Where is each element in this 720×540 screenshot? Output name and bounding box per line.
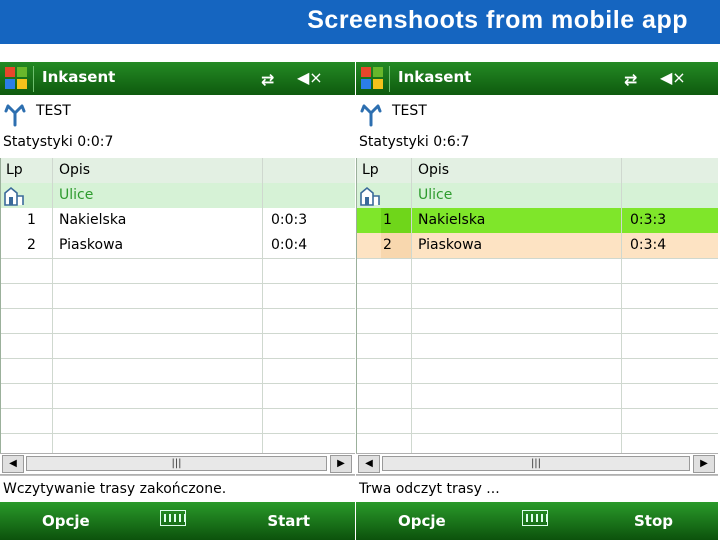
table-header-row: Lp Opis — [0, 158, 355, 184]
softkey-bar: Opcje Start — [0, 502, 355, 540]
scroll-thumb[interactable]: ||| — [382, 456, 690, 471]
row-time: 0:3:3 — [630, 212, 667, 228]
row-lp: 2 — [383, 237, 392, 253]
keyboard-icon[interactable] — [522, 510, 548, 526]
column-header-lp[interactable]: Lp — [362, 158, 379, 183]
column-header-opis[interactable]: Opis — [59, 158, 90, 183]
row-lp: 2 — [27, 237, 36, 253]
status-message: Trwa odczyt trasy ... — [356, 475, 718, 502]
softkey-options[interactable]: Opcje — [42, 512, 90, 530]
title-separator — [33, 66, 34, 92]
slide-title-bar: Screenshoots from mobile app — [0, 0, 720, 44]
status-message: Wczytywanie trasy zakończone. — [0, 475, 355, 502]
softkey-options[interactable]: Opcje — [398, 512, 446, 530]
row-opis: Nakielska — [418, 212, 486, 228]
route-name: TEST — [392, 103, 427, 119]
screen-right: Inkasent ⇄ ◀× TEST Statystyki 0:6:7 Lp Opis Uli… — [356, 62, 718, 540]
row-time: 0:3:4 — [630, 237, 667, 253]
building-icon — [359, 183, 381, 208]
table-left-border — [356, 158, 357, 453]
title-bar: Inkasent ⇄ ◀× — [0, 62, 355, 95]
statistics-text: Statystyki 0:6:7 — [359, 134, 470, 150]
connectivity-icon[interactable]: ⇄ — [624, 70, 637, 89]
column-header-lp[interactable]: Lp — [6, 158, 23, 183]
column-divider — [621, 158, 622, 453]
row-lp: 1 — [27, 212, 36, 228]
softkey-action[interactable]: Stop — [634, 512, 673, 530]
softkey-bar: Opcje Stop — [356, 502, 718, 540]
screen-left: Inkasent ⇄ ◀× TEST Statystyki 0:0:7 Lp Opis Uli… — [0, 62, 355, 540]
row-lp: 1 — [383, 212, 392, 228]
windows-start-icon[interactable] — [361, 67, 383, 89]
scroll-right-icon[interactable]: ▶ — [330, 455, 352, 473]
row-time: 0:0:3 — [271, 212, 308, 228]
group-label: Ulice — [59, 187, 94, 203]
softkey-action[interactable]: Start — [267, 512, 310, 530]
row-time: 0:0:4 — [271, 237, 308, 253]
table-row[interactable] — [0, 308, 355, 334]
table-row[interactable] — [0, 383, 355, 409]
title-separator — [389, 66, 390, 92]
windows-start-icon[interactable] — [5, 67, 27, 89]
route-name: TEST — [36, 103, 71, 119]
app-title: Inkasent — [398, 68, 472, 86]
building-icon — [3, 183, 25, 208]
table-group-row[interactable]: Ulice — [0, 183, 355, 209]
table-row[interactable] — [0, 258, 355, 284]
table-row[interactable] — [0, 408, 355, 434]
statistics-text: Statystyki 0:0:7 — [3, 134, 114, 150]
route-app-icon — [359, 103, 383, 127]
scroll-thumb[interactable]: ||| — [26, 456, 327, 471]
scroll-right-icon[interactable]: ▶ — [693, 455, 715, 473]
table-row[interactable] — [0, 358, 355, 384]
row-opis: Piaskowa — [418, 237, 483, 253]
group-label: Ulice — [418, 187, 453, 203]
table-row[interactable]: 2 Piaskowa 0:0:4 — [0, 233, 355, 259]
route-table: Lp Opis Ulice 1 Nakielska 0:0:3 2 Piaskowa 0:0:4 — [0, 158, 355, 453]
volume-muted-icon[interactable]: ◀× — [297, 68, 323, 87]
column-divider — [411, 158, 412, 453]
app-title: Inkasent — [42, 68, 116, 86]
table-row[interactable]: 1 Nakielska 0:0:3 — [0, 208, 355, 234]
column-header-opis[interactable]: Opis — [418, 158, 449, 183]
route-header: TEST — [356, 95, 718, 129]
route-table: Lp Opis Ulice 1 Nakielska 0:3:3 2 Piaskowa 0:3:4 — [356, 158, 718, 453]
route-header: TEST — [0, 95, 355, 129]
keyboard-icon[interactable] — [160, 510, 186, 526]
scroll-left-icon[interactable]: ◀ — [358, 455, 380, 473]
title-bar: Inkasent ⇄ ◀× — [356, 62, 718, 95]
table-row[interactable] — [0, 433, 355, 453]
table-row[interactable] — [0, 283, 355, 309]
connectivity-icon[interactable]: ⇄ — [261, 70, 274, 89]
column-divider — [262, 158, 263, 453]
row-opis: Nakielska — [59, 212, 127, 228]
column-divider — [52, 158, 53, 453]
slide-title: Screenshoots from mobile app — [307, 6, 688, 34]
table-left-border — [0, 158, 1, 453]
route-app-icon — [3, 103, 27, 127]
table-row[interactable] — [0, 333, 355, 359]
horizontal-scrollbar[interactable]: ◀ ▶ ||| — [0, 453, 355, 475]
row-opis: Piaskowa — [59, 237, 124, 253]
horizontal-scrollbar[interactable]: ◀ ▶ ||| — [356, 453, 718, 475]
scroll-left-icon[interactable]: ◀ — [2, 455, 24, 473]
volume-muted-icon[interactable]: ◀× — [660, 68, 686, 87]
